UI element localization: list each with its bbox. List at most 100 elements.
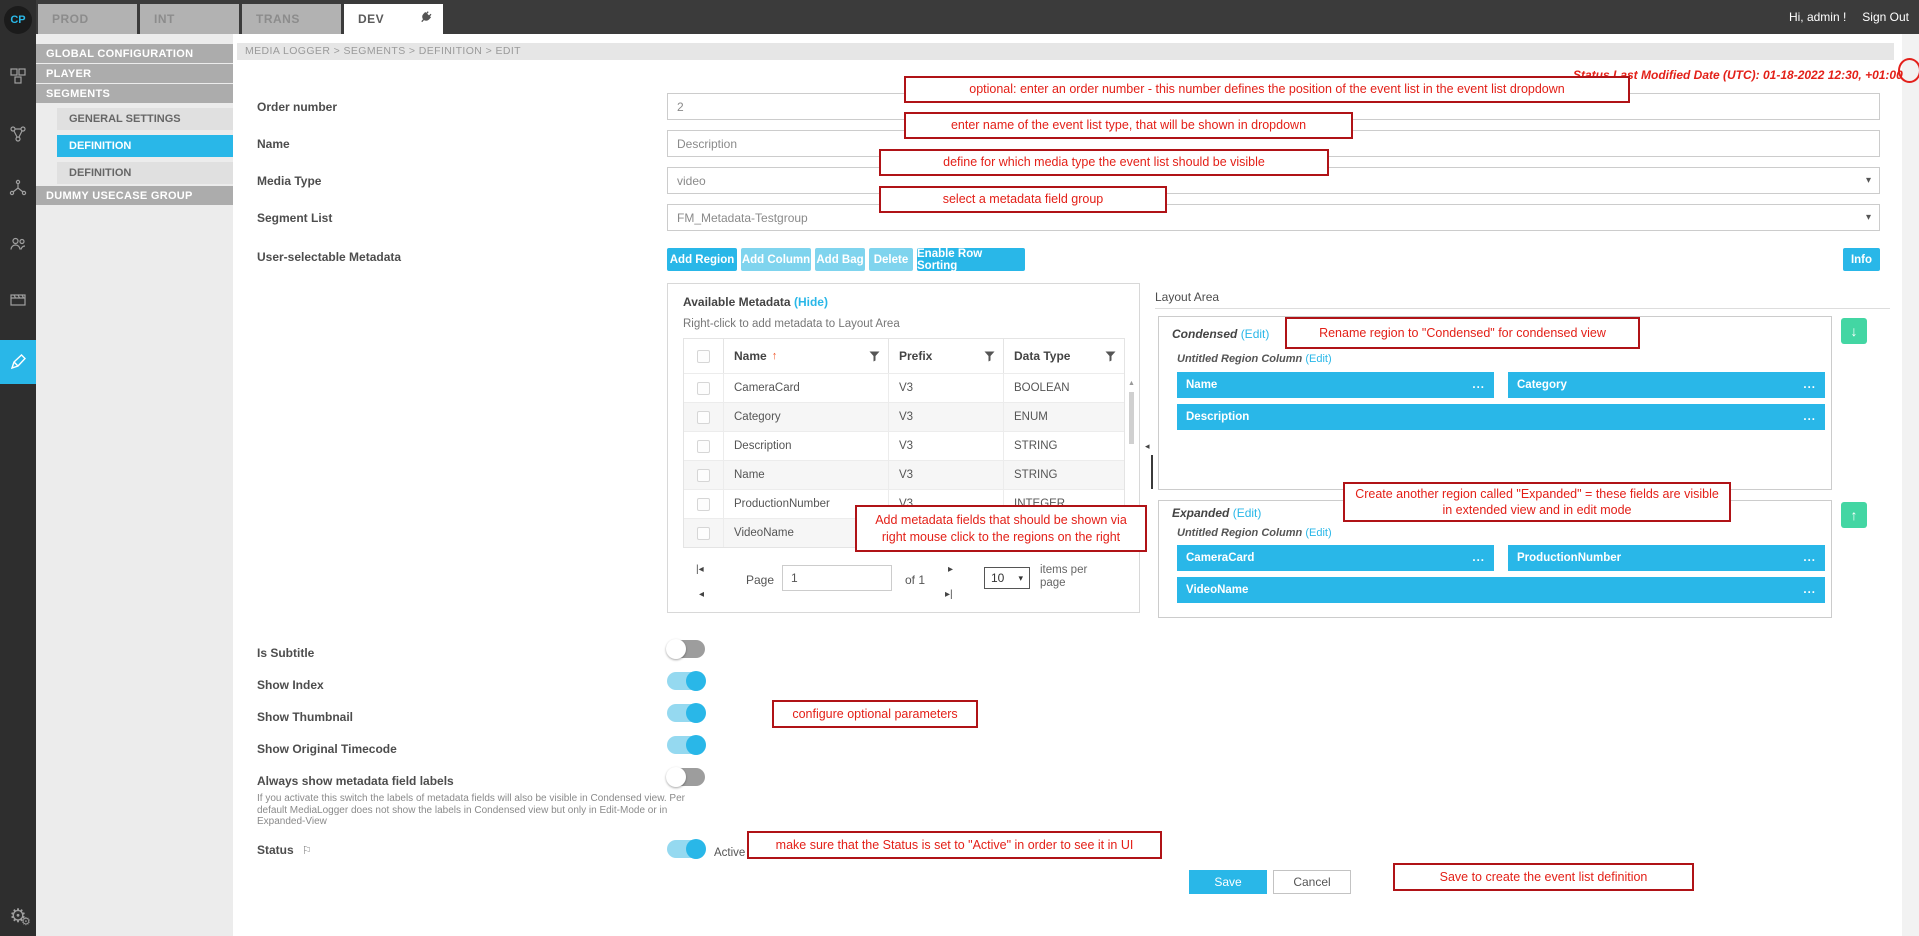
sidebar-item-general-settings[interactable]: GENERAL SETTINGS [57,108,233,130]
env-tab-int[interactable]: INT [140,4,239,34]
is-subtitle-label: Is Subtitle [257,646,314,660]
sign-out-link[interactable]: Sign Out [1862,10,1909,24]
region-edit-link[interactable]: (Edit) [1233,506,1262,520]
env-tab-prod[interactable]: PROD [38,4,137,34]
layout-area-divider [1155,308,1890,309]
column-edit-link[interactable]: (Edit) [1305,527,1331,539]
row-checkbox[interactable] [697,411,710,424]
show-index-toggle[interactable] [667,672,705,690]
table-scroll-up-icon[interactable]: ▲ [1128,380,1135,387]
annotation-scrollbar-circle [1898,58,1919,83]
chevron-down-icon: ▾ [1866,175,1871,186]
metadata-chip-name[interactable]: Name ... [1177,372,1494,398]
cell-data-type: BOOLEAN [1014,382,1070,394]
row-checkbox[interactable] [697,440,710,453]
page-prev-button[interactable]: ◂ [699,590,704,600]
chip-menu-icon[interactable]: ... [1803,379,1816,391]
table-row[interactable]: Name V3 STRING [684,460,1124,489]
chevron-down-icon: ▾ [1018,573,1023,584]
metadata-chip-category[interactable]: Category ... [1508,372,1825,398]
page-last-button[interactable]: ▸| [945,590,953,600]
hide-link[interactable]: (Hide) [794,295,828,309]
sidebar-item-dummy-usecase-group[interactable]: DUMMY USECASE GROUP [36,186,233,205]
sidebar-item-definition-active[interactable]: DEFINITION [57,135,233,157]
cancel-button[interactable]: Cancel [1273,870,1351,894]
sidebar-item-definition[interactable]: DEFINITION [57,162,233,184]
row-checkbox[interactable] [697,498,710,511]
available-metadata-hint: Right-click to add metadata to Layout Ar… [683,318,900,330]
metadata-chip-cameracard[interactable]: CameraCard ... [1177,545,1494,571]
chip-menu-icon[interactable]: ... [1803,552,1816,564]
column-edit-link[interactable]: (Edit) [1305,353,1331,365]
page-next-button[interactable]: ▸ [948,565,953,575]
metadata-chip-productionnumber[interactable]: ProductionNumber ... [1508,545,1825,571]
splitter-collapse-icon[interactable]: ◂ [1145,441,1150,452]
sidebar-item-label: PLAYER [46,68,91,80]
column-header-name[interactable]: Name ↑ [724,339,889,373]
show-thumbnail-toggle[interactable] [667,704,705,722]
items-per-page-select[interactable]: 10 ▾ [984,567,1030,589]
chip-menu-icon[interactable]: ... [1472,379,1485,391]
app-window: PROD INT TRANS DEV Hi, admin ! Sign Out … [0,0,1919,936]
filter-icon[interactable] [869,351,880,362]
region-edit-link[interactable]: (Edit) [1241,327,1270,341]
env-tab-label: INT [154,12,175,26]
is-subtitle-toggle[interactable] [667,640,705,658]
chip-menu-icon[interactable]: ... [1803,584,1816,596]
delete-button[interactable]: Delete [869,248,913,271]
sidebar-item-player[interactable]: PLAYER [36,64,233,83]
row-checkbox[interactable] [697,382,710,395]
env-tab-trans[interactable]: TRANS [242,4,341,34]
add-column-button[interactable]: Add Column [741,248,811,271]
media-icon[interactable] [0,282,36,318]
table-row[interactable]: Category V3 ENUM [684,402,1124,431]
connections-icon[interactable] [0,170,36,206]
add-bag-button[interactable]: Add Bag [815,248,865,271]
info-button[interactable]: Info [1843,248,1880,271]
show-original-timecode-toggle[interactable] [667,736,705,754]
chip-menu-icon[interactable]: ... [1803,411,1816,423]
workflow-icon[interactable] [0,116,36,152]
page-first-button[interactable]: |◂ [696,565,704,575]
move-region-up-button[interactable]: ↑ [1841,502,1867,528]
row-checkbox[interactable] [697,469,710,482]
table-row[interactable]: Description V3 STRING [684,431,1124,460]
annotation-create-region: Create another region called "Expanded" … [1343,482,1731,522]
segment-list-select[interactable]: FM_Metadata-Testgroup ▾ [667,204,1880,231]
cp-logo[interactable]: CP [4,6,32,34]
vertical-scrollbar[interactable] [1902,34,1919,936]
panel-splitter-handle[interactable] [1151,455,1153,489]
select-all-checkbox[interactable] [697,350,710,363]
segment-list-label: Segment List [257,211,332,225]
move-region-down-button[interactable]: ↓ [1841,318,1867,344]
enable-row-sorting-button[interactable]: Enable Row Sorting [917,248,1025,271]
media-logger-icon[interactable] [0,340,36,384]
filter-icon[interactable] [984,351,995,362]
column-header-label: Data Type [1014,349,1070,363]
cell-name: Category [734,411,781,423]
env-tab-dev[interactable]: DEV [344,4,443,34]
always-show-metadata-field-labels-toggle[interactable] [667,768,705,786]
page-number-input[interactable]: 1 [782,565,892,591]
status-toggle[interactable] [667,840,705,858]
column-name-text: Untitled Region Column [1177,527,1302,539]
table-row[interactable]: CameraCard V3 BOOLEAN [684,373,1124,402]
metadata-chip-description[interactable]: Description ... [1177,404,1825,430]
column-header-prefix[interactable]: Prefix [889,339,1004,373]
column-header-data-type[interactable]: Data Type [1004,339,1124,373]
row-checkbox[interactable] [697,527,710,540]
add-region-button[interactable]: Add Region [667,248,737,271]
sidebar-item-segments[interactable]: SEGMENTS [36,84,233,103]
cell-data-type: STRING [1014,440,1057,452]
modules-icon[interactable] [0,58,36,94]
save-button[interactable]: Save [1189,870,1267,894]
metadata-chip-videoname[interactable]: VideoName ... [1177,577,1825,603]
media-type-value: video [677,174,706,188]
toggle-knob [666,639,686,659]
sidebar-item-global-configuration[interactable]: GLOBAL CONFIGURATION [36,44,233,63]
chip-menu-icon[interactable]: ... [1472,552,1485,564]
toggle-knob [686,839,706,859]
filter-icon[interactable] [1105,351,1116,362]
table-scrollbar-thumb[interactable] [1129,392,1134,444]
users-icon[interactable] [0,226,36,262]
